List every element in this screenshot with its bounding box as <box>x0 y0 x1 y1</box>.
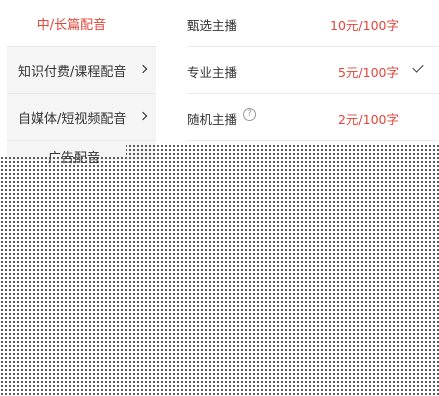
help-icon[interactable]: ? <box>243 108 256 121</box>
option-row-pro-anchor[interactable]: 专业主播 5元/100字 <box>157 47 439 93</box>
option-row-random-anchor[interactable]: 随机主播 ? 2元/100字 <box>157 94 439 140</box>
divider <box>7 140 156 141</box>
dot-pattern <box>126 145 439 155</box>
check-icon <box>412 61 424 73</box>
category-label: 知识付费/课程配音 <box>18 64 127 80</box>
option-name: 随机主播 <box>187 112 238 127</box>
anchor-options: 甄选主播 10元/100字 专业主播 5元/100字 随机主播 ? 2元/100… <box>157 0 439 160</box>
option-row-select-anchor[interactable]: 甄选主播 10元/100字 <box>157 0 439 46</box>
option-price: 5元/100字 <box>337 65 399 80</box>
category-label: 自媒体/短视频配音 <box>18 111 127 127</box>
category-label: 中/长篇配音 <box>36 17 107 33</box>
dotted-overlay-step <box>126 145 439 155</box>
option-name: 甄选主播 <box>187 18 238 33</box>
chevron-right-icon <box>138 111 148 121</box>
chevron-right-icon <box>138 64 148 74</box>
option-price: 2元/100字 <box>337 112 399 127</box>
category-item-knowledge[interactable]: 知识付费/课程配音 <box>7 47 156 93</box>
category-menu: 中/长篇配音 知识付费/课程配音 自媒体/短视频配音 广告配音 <box>7 0 156 166</box>
option-price: 10元/100字 <box>330 18 399 33</box>
category-item-short-video[interactable]: 自媒体/短视频配音 <box>7 94 156 140</box>
divider <box>187 140 439 141</box>
dotted-overlay <box>0 155 439 396</box>
category-item-long-form[interactable]: 中/长篇配音 <box>7 0 156 46</box>
dot-pattern <box>0 155 439 396</box>
option-name: 专业主播 <box>187 65 238 80</box>
